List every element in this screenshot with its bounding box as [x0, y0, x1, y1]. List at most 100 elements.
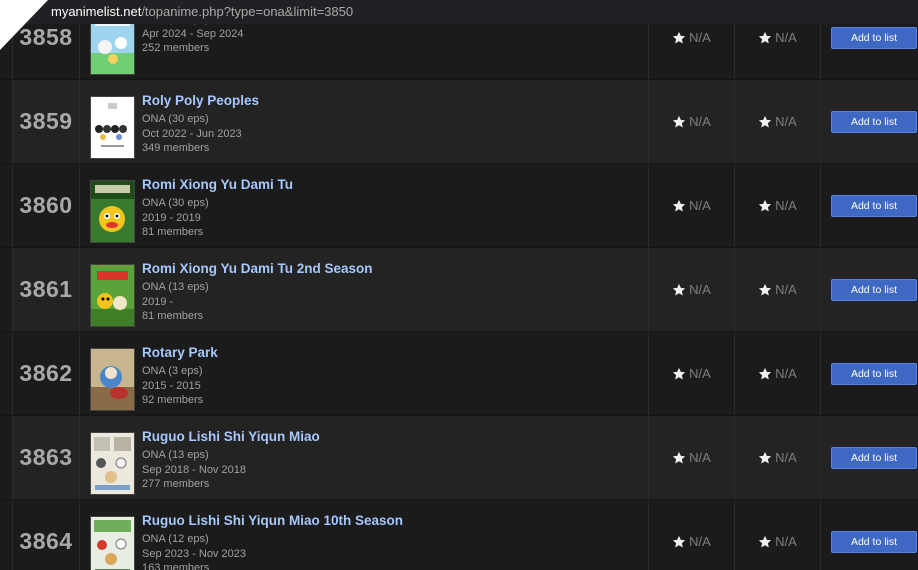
- add-to-list-button[interactable]: Add to list: [831, 362, 917, 385]
- title-cell: Rotary Park ONA (3 eps) 2015 - 2015 92 m…: [80, 332, 649, 415]
- anime-title-link[interactable]: Romi Xiong Yu Dami Tu: [142, 177, 293, 193]
- your-score-value: N/A: [775, 114, 797, 129]
- add-to-list-button[interactable]: Add to list: [831, 26, 917, 49]
- title-cell: Romi Xiong Yu Dami Tu 2nd Season ONA (13…: [80, 248, 649, 331]
- status-cell: Add to list: [821, 500, 918, 570]
- rank-cell: 3861: [13, 248, 80, 331]
- star-icon: [672, 31, 686, 45]
- anime-thumbnail[interactable]: [90, 180, 135, 243]
- rank-cell: 3863: [13, 416, 80, 499]
- star-icon: [758, 115, 772, 129]
- your-score-cell: N/A: [735, 500, 821, 570]
- anime-title-link[interactable]: Romi Xiong Yu Dami Tu 2nd Season: [142, 261, 373, 277]
- score-cell: N/A: [649, 500, 735, 570]
- your-score-cell: N/A: [735, 416, 821, 499]
- anime-type: ONA (13 eps): [142, 281, 209, 293]
- rank-cell: 3862: [13, 332, 80, 415]
- title-cell: Romi Xiong Yu Dami Tu ONA (30 eps) 2019 …: [80, 164, 649, 247]
- star-icon: [672, 367, 686, 381]
- rank-number: 3859: [19, 108, 73, 134]
- anime-members: 277 members: [142, 478, 210, 490]
- add-to-list-button[interactable]: Add to list: [831, 530, 917, 553]
- rank-cell: 3859: [13, 80, 80, 163]
- score-cell: N/A: [649, 416, 735, 499]
- star-icon: [672, 115, 686, 129]
- anime-members: 92 members: [142, 394, 204, 406]
- star-icon: [758, 535, 772, 549]
- url-text[interactable]: myanimelist.net/topanime.php?type=ona&li…: [51, 4, 353, 19]
- anime-title-link[interactable]: Ruguo Lishi Shi Yiqun Miao: [142, 429, 320, 445]
- star-icon: [672, 535, 686, 549]
- url-path: /topanime.php?type=ona&limit=3850: [141, 4, 354, 19]
- anime-type: ONA (30 eps): [142, 197, 209, 209]
- anime-thumbnail[interactable]: [90, 348, 135, 411]
- anime-type: ONA (13 eps): [142, 449, 209, 461]
- your-score-value: N/A: [775, 198, 797, 213]
- anime-thumbnail[interactable]: [90, 432, 135, 495]
- star-icon: [758, 199, 772, 213]
- anime-members: 163 members: [142, 562, 210, 570]
- your-score-value: N/A: [775, 366, 797, 381]
- anime-dates: 2015 - 2015: [142, 379, 201, 392]
- status-cell: Add to list: [821, 248, 918, 331]
- your-score-cell: N/A: [735, 164, 821, 247]
- score-value: N/A: [689, 198, 711, 213]
- anime-dates: 2019 - 2019: [142, 211, 201, 224]
- score-value: N/A: [689, 30, 711, 45]
- ranking-row: 3862 Rotary Park ONA (3 eps) 2015 - 2015: [0, 332, 918, 416]
- rank-cell: 3860: [13, 164, 80, 247]
- your-score-cell: N/A: [735, 248, 821, 331]
- star-icon: [672, 199, 686, 213]
- anime-title-link[interactable]: Roly Poly Peoples: [142, 93, 259, 109]
- anime-title-link[interactable]: Rotary Park: [142, 345, 218, 361]
- star-icon: [672, 451, 686, 465]
- ranking-row: 3863 Ruguo Lishi Shi Yiqun Miao ONA (13 …: [0, 416, 918, 500]
- rank-number: 3860: [19, 192, 73, 218]
- score-value: N/A: [689, 534, 711, 549]
- rank-number: 3862: [19, 360, 73, 386]
- add-to-list-button[interactable]: Add to list: [831, 194, 917, 217]
- rank-number: 3861: [19, 276, 73, 302]
- score-cell: N/A: [649, 80, 735, 163]
- score-value: N/A: [689, 114, 711, 129]
- ranking-row: 3860 Romi Xiong Yu Dami Tu ONA (30 eps) …: [0, 164, 918, 248]
- add-to-list-button[interactable]: Add to list: [831, 110, 917, 133]
- anime-members: 81 members: [142, 310, 204, 322]
- score-value: N/A: [689, 366, 711, 381]
- score-value: N/A: [689, 282, 711, 297]
- anime-type: ONA (30 eps): [142, 113, 209, 125]
- url-host: myanimelist.net: [51, 4, 142, 19]
- score-cell: N/A: [649, 164, 735, 247]
- your-score-cell: N/A: [735, 332, 821, 415]
- anime-type: ONA (3 eps): [142, 365, 203, 377]
- anime-dates: Sep 2023 - Nov 2023: [142, 547, 246, 560]
- your-score-value: N/A: [775, 450, 797, 465]
- status-cell: Add to list: [821, 164, 918, 247]
- add-to-list-button[interactable]: Add to list: [831, 278, 917, 301]
- star-icon: [758, 283, 772, 297]
- status-cell: Add to list: [821, 80, 918, 163]
- ranking-table: 3858 ONA (12 eps) Apr 2024 -: [0, 0, 918, 570]
- ranking-row: 3859 Roly Poly Peoples ONA (30 eps) Oct …: [0, 80, 918, 164]
- anime-title-link[interactable]: Ruguo Lishi Shi Yiqun Miao 10th Season: [142, 513, 403, 529]
- title-cell: Ruguo Lishi Shi Yiqun Miao ONA (13 eps) …: [80, 416, 649, 499]
- anime-thumbnail[interactable]: [90, 96, 135, 159]
- star-icon: [758, 31, 772, 45]
- anime-thumbnail[interactable]: [90, 516, 135, 570]
- your-score-value: N/A: [775, 282, 797, 297]
- star-icon: [758, 451, 772, 465]
- ranking-row: 3864 Ruguo Lishi Shi Yiqun Miao 10th Sea…: [0, 500, 918, 570]
- anime-dates: 2019 -: [142, 295, 174, 308]
- page-corner-decoration: [0, 0, 48, 50]
- anime-thumbnail[interactable]: [90, 264, 135, 327]
- rank-number: 3863: [19, 444, 73, 470]
- add-to-list-button[interactable]: Add to list: [831, 446, 917, 469]
- your-score-value: N/A: [775, 30, 797, 45]
- score-cell: N/A: [649, 332, 735, 415]
- rank-number: 3864: [19, 528, 73, 554]
- anime-members: 252 members: [142, 42, 210, 54]
- title-cell: Roly Poly Peoples ONA (30 eps) Oct 2022 …: [80, 80, 649, 163]
- anime-members: 81 members: [142, 226, 204, 238]
- your-score-value: N/A: [775, 534, 797, 549]
- address-bar[interactable]: myanimelist.net/topanime.php?type=ona&li…: [0, 0, 918, 24]
